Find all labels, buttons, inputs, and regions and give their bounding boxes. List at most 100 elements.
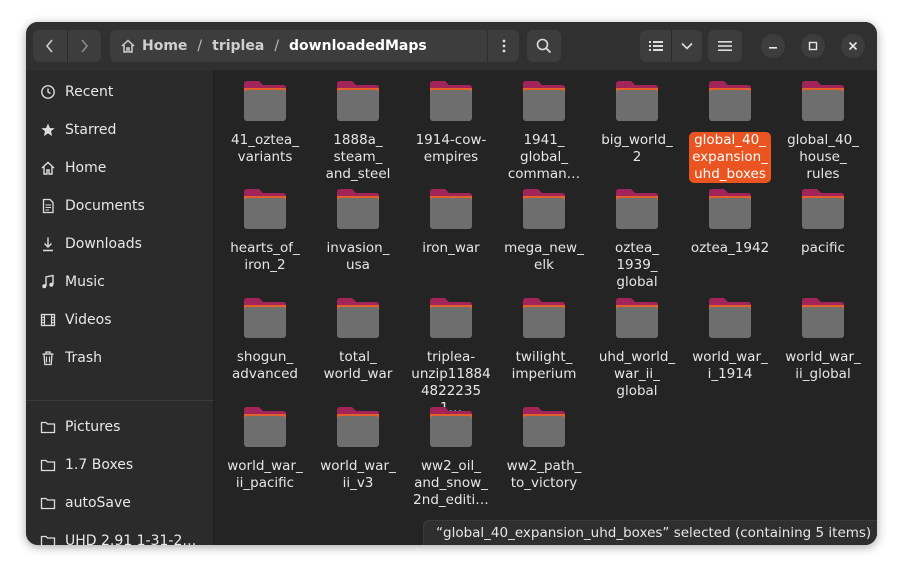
minimize-icon [769,47,777,49]
vertical-dots-icon [502,39,505,53]
sidebar-item-recent[interactable]: Recent [26,75,214,109]
folder-icon [520,80,568,124]
folder-item[interactable]: 1914-cow-empires [407,80,495,166]
folder-icon [241,188,289,232]
back-button[interactable] [33,30,67,62]
folder-name: world_war_ ii_pacific [224,458,306,492]
folder-name-line: uhd_world_ [598,349,676,365]
folder-item[interactable]: twilight_ imperium [500,297,588,383]
list-view-button[interactable] [640,30,671,62]
folder-item[interactable]: oztea_ 1939_ global [593,188,681,291]
navigation-buttons [33,30,101,62]
document-icon [39,197,57,215]
folder-icon [613,80,661,124]
sidebar-item-trash[interactable]: Trash [26,341,214,375]
sidebar-item-pictures[interactable]: Pictures [26,410,214,444]
folder-item[interactable]: world_war_ ii_pacific [221,406,309,492]
folder-item[interactable]: pacific [779,188,867,257]
download-icon [39,235,57,253]
view-options-button[interactable] [671,30,702,62]
sidebar: Recent Starred Home Documents Downloads … [26,70,214,545]
folder-item[interactable]: 41_oztea_ variants [221,80,309,166]
path-menu-button[interactable] [487,30,519,62]
folder-name-line: ww2_oil_ [421,458,481,474]
folder-name-line: total_ [339,349,377,365]
folder-name-line: oztea_ [615,240,659,256]
folder-item[interactable]: shogun_ advanced [221,297,309,383]
folder-icon [39,456,57,474]
sidebar-item-videos[interactable]: Videos [26,303,214,337]
minimize-button[interactable] [761,34,785,58]
folder-name: world_war_ ii_v3 [317,458,399,492]
folder-item[interactable]: big_world_ 2 [593,80,681,166]
folder-item[interactable]: global_40_ house_ rules [779,80,867,183]
folder-name: mega_new_ elk [501,240,587,274]
folder-item[interactable]: mega_new_ elk [500,188,588,274]
sidebar-item-1-7-boxes[interactable]: 1.7 Boxes [26,448,214,482]
folder-item[interactable]: uhd_world_ war_ii_ global [593,297,681,400]
folder-name: 1941_ global_ comman… [505,132,583,183]
folder-icon [334,297,382,341]
folder-icon [427,80,475,124]
folder-item[interactable]: world_war_ ii_global [779,297,867,383]
search-icon [536,38,552,54]
forward-button[interactable] [67,30,101,62]
sidebar-item-downloads[interactable]: Downloads [26,227,214,261]
search-button[interactable] [527,30,561,62]
folder-item[interactable]: triplea-unzip11884 48222351… [407,297,495,417]
main-menu-button[interactable] [708,30,742,62]
sidebar-item-uhd-2-91[interactable]: UHD 2.91 1-31-24 … [26,524,214,545]
folder-name-line: rules [806,166,840,182]
folder-name: shogun_ advanced [229,349,301,383]
sidebar-item-starred[interactable]: Starred [26,113,214,147]
maximize-button[interactable] [801,34,825,58]
folder-name-line: global [616,274,658,290]
folder-item[interactable]: ww2_oil_ and_snow_ 2nd_editi… [407,406,495,509]
folder-item[interactable]: total_ world_war [314,297,402,383]
folder-icon [520,406,568,450]
folder-icon [613,297,661,341]
folder-name-line: variants [237,149,293,165]
folder-item[interactable]: world_war_ i_1914 [686,297,774,383]
sidebar-item-autosave[interactable]: autoSave [26,486,214,520]
folder-item[interactable]: iron_war [407,188,495,257]
folder-name-line: i_1914 [707,366,753,382]
folder-item[interactable]: global_40_ expansion_ uhd_boxes [686,80,774,183]
folder-icon [613,188,661,232]
folder-name-line: ii_global [795,366,851,382]
close-button[interactable] [841,34,865,58]
folder-icon [241,80,289,124]
sidebar-item-documents[interactable]: Documents [26,189,214,223]
sidebar-item-home[interactable]: Home [26,151,214,185]
folder-name-line: global_40_ [787,132,859,148]
file-manager-window: Home / triplea / downloadedMaps Recent S… [26,22,877,545]
folder-item[interactable]: hearts_of_ iron_2 [221,188,309,274]
folder-item[interactable]: world_war_ ii_v3 [314,406,402,492]
maximize-icon [808,41,818,51]
hamburger-menu-icon [718,41,732,51]
folder-name-line: world_war [323,366,393,382]
folder-name-line: triplea- [426,349,476,365]
folder-icon [39,532,57,545]
breadcrumb-home[interactable]: Home [120,38,187,54]
folder-name-line: ii_v3 [342,475,374,491]
breadcrumb-triplea[interactable]: triplea [212,38,264,54]
folder-icon [520,297,568,341]
folder-item[interactable]: 1941_ global_ comman… [500,80,588,183]
folder-name-line: pacific [801,240,845,256]
folder-icon [334,80,382,124]
breadcrumb-current[interactable]: downloadedMaps [289,38,427,54]
folder-name-line: invasion_ [326,240,390,256]
sidebar-item-music[interactable]: Music [26,265,214,299]
folder-name-line: 1941_ [523,132,565,148]
folder-item[interactable]: ww2_path_ to_victory [500,406,588,492]
folder-item[interactable]: invasion_ usa [314,188,402,274]
folder-icon [241,406,289,450]
folder-item[interactable]: 1888a_ steam_ and_steel [314,80,402,183]
folder-name: hearts_of_ iron_2 [227,240,303,274]
folder-item[interactable]: oztea_1942 [686,188,774,257]
folder-name-line: oztea_1942 [690,240,770,256]
folder-name: ww2_path_ to_victory [504,458,585,492]
folder-name: global_40_ house_ rules [784,132,862,183]
status-bar: “global_40_expansion_uhd_boxes” selected… [423,520,877,545]
